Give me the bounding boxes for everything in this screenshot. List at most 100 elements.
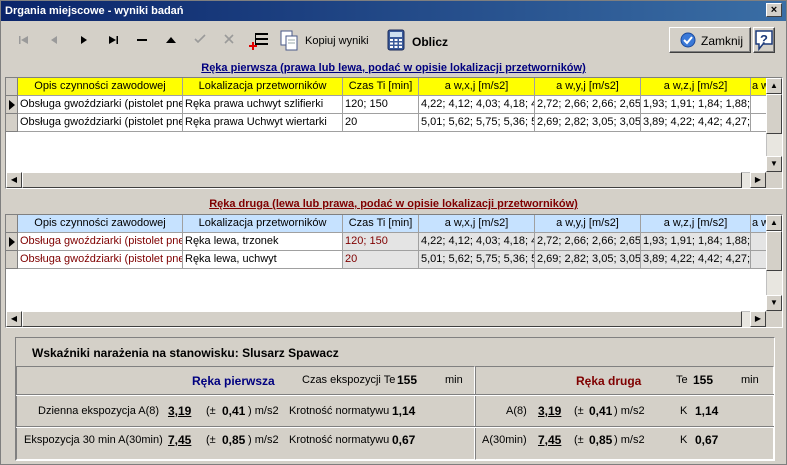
table-cell[interactable]: 2,72; 2,66; 2,66; 2,65 [535,233,641,251]
summary-heading: Wskaźniki narażenia na stanowisku: Slusa… [32,346,339,360]
row-indicator[interactable] [6,233,18,251]
table-cell[interactable]: 20 [343,251,419,269]
help-button[interactable]: ? [753,27,775,53]
next-record-icon[interactable] [73,31,95,51]
table-cell[interactable]: Ręka prawa Uchwyt wiertarki [183,114,343,132]
table-cell[interactable]: Obsługa gwoździarki (pistolet pneumatycz… [18,96,183,114]
column-header[interactable]: a w,x,j [m/s2] [419,215,535,233]
table-row[interactable]: Obsługa gwoździarki (pistolet pneumatycz… [6,96,771,114]
table-cell[interactable]: Ręka lewa, trzonek [183,233,343,251]
prev-record-icon[interactable] [43,31,65,51]
vertical-scrollbar[interactable]: ▲ ▼ [766,215,782,311]
scroll-left-icon[interactable]: ◀ [6,311,22,327]
column-header[interactable]: a w,x,j [m/s2] [419,78,535,96]
row-indicator[interactable] [6,96,18,114]
table-cell[interactable]: 20 [343,114,419,132]
table-cell[interactable]: Ręka lewa, uchwyt [183,251,343,269]
last-record-icon[interactable] [102,31,124,51]
table-cell[interactable]: 1,93; 1,91; 1,84; 1,88; [641,233,751,251]
grid-header-row: Opis czynności zawodowej Lokalizacja prze… [6,78,771,96]
table-cell[interactable]: 5,01; 5,62; 5,75; 5,36; 5,40 [419,251,535,269]
first-a30-k-value: 0,67 [392,433,416,447]
first-a8-label: Dzienna ekspozycja A(8) [38,405,160,417]
first-hand-grid[interactable]: Opis czynności zawodowej Lokalizacja prze… [5,77,783,189]
second-a8-value: 3,19 [538,404,562,418]
first-a30-unit: ) m/s2 [248,434,279,446]
window-close-button[interactable]: × [766,3,782,17]
calculate-button[interactable]: Oblicz [387,28,457,54]
second-time-unit: min [741,374,759,386]
second-a8-unit: ) m/s2 [614,405,645,417]
second-hand-grid[interactable]: Opis czynności zawodowej Lokalizacja prze… [5,214,783,328]
table-cell[interactable]: Obsługa gwoździarki (pistolet pneumatycz… [18,114,183,132]
column-header[interactable]: Opis czynności zawodowej [18,78,183,96]
column-header[interactable]: Lokalizacja przetworników [183,215,343,233]
vertical-scroll-thumb[interactable] [766,231,782,271]
row-indicator[interactable] [6,114,18,132]
second-a8-pm-open: (± [574,405,584,417]
horizontal-scrollbar[interactable]: ◀ ▶ [6,172,766,188]
scroll-down-icon[interactable]: ▼ [766,156,782,172]
scroll-up-icon[interactable]: ▲ [766,215,782,231]
confirm-icon[interactable] [189,31,211,51]
table-cell[interactable]: Obsługa gwoździarki (pistolet pneumatycz… [18,233,183,251]
table-cell[interactable]: 4,22; 4,12; 4,03; 4,18; 4,05 [419,96,535,114]
horizontal-scroll-thumb[interactable] [22,172,742,188]
second-a30-pm-open: (± [574,434,584,446]
column-header[interactable]: a w,y,j [m/s2] [535,78,641,96]
column-header[interactable]: Opis czynności zawodowej [18,215,183,233]
scroll-right-icon[interactable]: ▶ [750,311,766,327]
close-button[interactable]: Zamknij [669,27,751,53]
scroll-right-icon[interactable]: ▶ [750,172,766,188]
results-window: Drgania miejscowe - wyniki badań × Kopiu… [0,0,787,465]
column-header[interactable]: a w,z,j [m/s2] [641,215,751,233]
table-cell[interactable]: 3,89; 4,22; 4,42; 4,27; [641,114,751,132]
vertical-scroll-thumb[interactable] [766,94,782,134]
first-a8-k-label: Krotność normatywu [289,405,390,417]
grid-header-row: Opis czynności zawodowej Lokalizacja prze… [6,215,771,233]
horizontal-scrollbar[interactable]: ◀ ▶ [6,311,766,327]
cancel-icon[interactable] [218,31,240,51]
copy-results-label: Kopiuj wyniki [305,35,369,47]
table-cell[interactable]: 120; 150 [343,96,419,114]
column-header[interactable]: a w,z,j [m/s2] [641,78,751,96]
table-row[interactable]: Obsługa gwoździarki (pistolet pneumatycz… [6,233,771,251]
table-cell[interactable]: 2,72; 2,66; 2,66; 2,65 [535,96,641,114]
table-cell[interactable]: 2,69; 2,82; 3,05; 3,05 [535,114,641,132]
table-row[interactable]: Obsługa gwoździarki (pistolet pneumatycz… [6,251,771,269]
table-row[interactable]: Obsługa gwoździarki (pistolet pneumatycz… [6,114,771,132]
table-cell[interactable]: 1,93; 1,91; 1,84; 1,88; [641,96,751,114]
column-header[interactable]: Czas Ti [min] [343,215,419,233]
table-cell[interactable]: 120; 150 [343,233,419,251]
first-time-unit: min [445,374,463,386]
second-hand-title: Ręka druga (lewa lub prawa, podać w opis… [209,198,578,210]
first-a8-unit: ) m/s2 [248,405,279,417]
calculator-icon [387,29,405,51]
scroll-up-icon[interactable]: ▲ [766,78,782,94]
vertical-scrollbar[interactable]: ▲ ▼ [766,78,782,172]
scroll-down-icon[interactable]: ▼ [766,295,782,311]
edit-record-icon[interactable] [160,31,182,51]
column-header[interactable]: Lokalizacja przetworników [183,78,343,96]
scroll-left-icon[interactable]: ◀ [6,172,22,188]
second-a8-label: A(8) [506,405,527,417]
toolbar: Kopiuj wyniki Oblicz Zamknij ? [1,23,786,59]
first-a30-label: Ekspozycja 30 min A(30min) [24,434,163,446]
second-a30-uncertainty: 0,85 [589,433,613,447]
table-cell[interactable]: 3,89; 4,22; 4,42; 4,27; [641,251,751,269]
second-a30-k-value: 0,67 [695,433,719,447]
horizontal-scroll-thumb[interactable] [22,311,742,327]
table-cell[interactable]: Obsługa gwoździarki (pistolet pneumatycz… [18,251,183,269]
table-cell[interactable]: 5,01; 5,62; 5,75; 5,36; 5,40 [419,114,535,132]
add-row-icon[interactable] [247,31,271,51]
delete-record-icon[interactable] [131,31,153,51]
table-cell[interactable]: Ręka prawa uchwyt szlifierki [183,96,343,114]
column-header[interactable]: a w,y,j [m/s2] [535,215,641,233]
row-indicator[interactable] [6,251,18,269]
table-cell[interactable]: 4,22; 4,12; 4,03; 4,18; 4,05 [419,233,535,251]
title-bar: Drgania miejscowe - wyniki badań × [1,1,786,21]
copy-results-button[interactable]: Kopiuj wyniki [279,28,371,54]
table-cell[interactable]: 2,69; 2,82; 3,05; 3,05 [535,251,641,269]
column-header[interactable]: Czas Ti [min] [343,78,419,96]
first-record-icon[interactable] [13,31,35,51]
